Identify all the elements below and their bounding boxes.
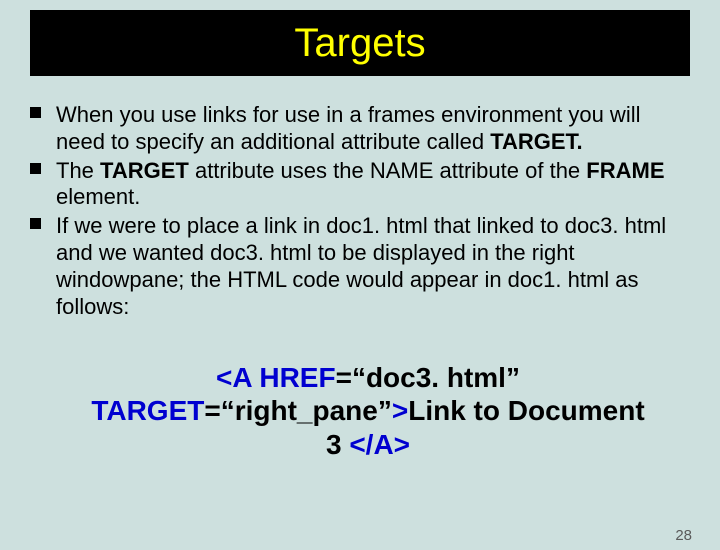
title-bar: Targets bbox=[30, 10, 690, 76]
code-tag-close: </A> bbox=[349, 429, 410, 460]
square-bullet-icon bbox=[30, 218, 41, 229]
code-val2: “right_pane” bbox=[221, 395, 392, 426]
page-number: 28 bbox=[675, 527, 692, 544]
bullet-2-bold2: FRAME bbox=[586, 158, 664, 183]
code-eq1: = bbox=[336, 362, 352, 393]
bullet-2-pre: The bbox=[56, 158, 100, 183]
bullet-2-bold1: TARGET bbox=[100, 158, 189, 183]
bullet-2: The TARGET attribute uses the NAME attri… bbox=[56, 158, 680, 212]
code-eq2: = bbox=[204, 395, 220, 426]
code-tag-open: <A HREF bbox=[216, 362, 336, 393]
bullet-2-mid: attribute uses the NAME attribute of the bbox=[189, 158, 586, 183]
bullet-1: When you use links for use in a frames e… bbox=[56, 102, 680, 156]
bullet-1-bold: TARGET. bbox=[490, 129, 582, 154]
bullet-2-post: element. bbox=[56, 184, 140, 209]
code-attr2: TARGET bbox=[91, 395, 204, 426]
code-example: <A HREF=“doc3. html” TARGET=“right_pane”… bbox=[56, 361, 680, 462]
code-val1: “doc3. html” bbox=[352, 362, 520, 393]
slide-title: Targets bbox=[294, 21, 425, 66]
bullet-3-text: If we were to place a link in doc1. html… bbox=[56, 213, 666, 318]
bullet-3: If we were to place a link in doc1. html… bbox=[56, 213, 680, 320]
content-area: When you use links for use in a frames e… bbox=[0, 76, 720, 461]
square-bullet-icon bbox=[30, 163, 41, 174]
code-gt: > bbox=[392, 395, 408, 426]
square-bullet-icon bbox=[30, 107, 41, 118]
